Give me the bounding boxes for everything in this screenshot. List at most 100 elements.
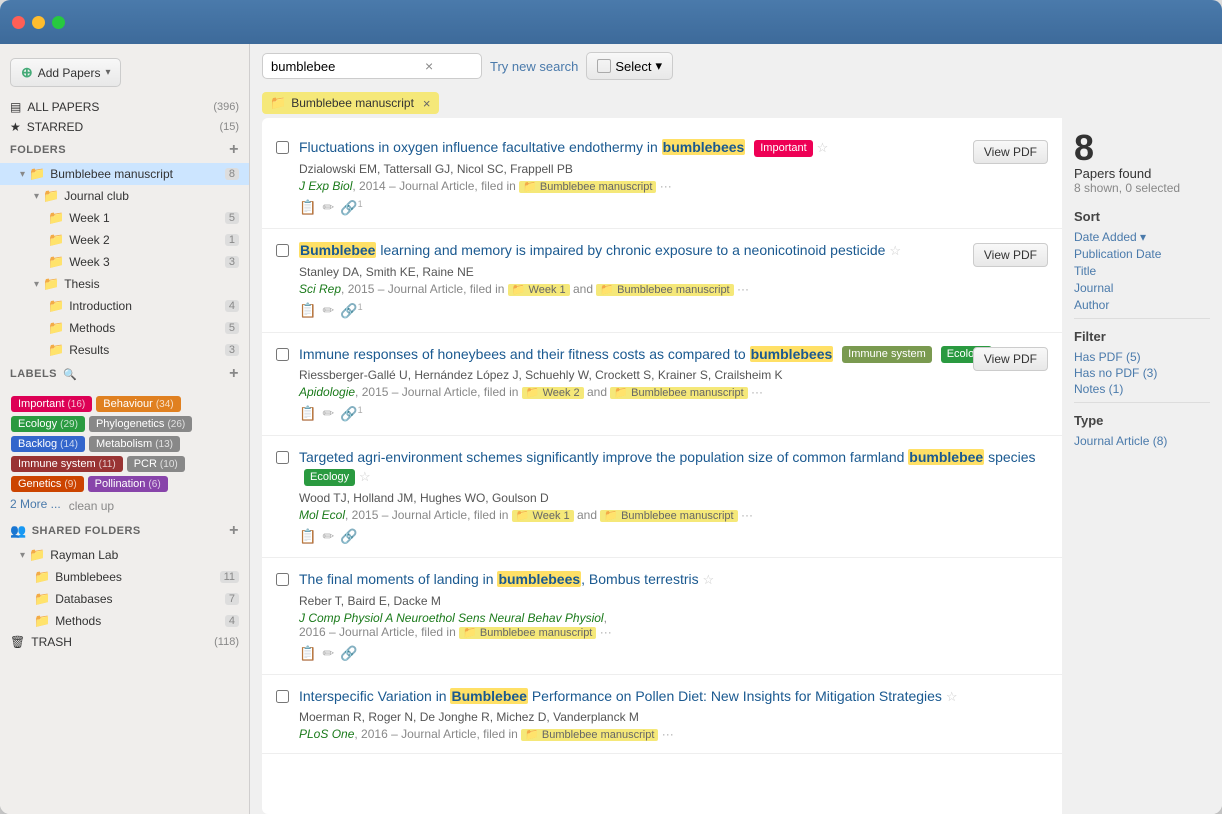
sort-publication-date[interactable]: Publication Date xyxy=(1074,247,1210,261)
note-icon[interactable]: 📋 xyxy=(299,302,316,320)
pencil-icon[interactable]: ✏ xyxy=(322,645,334,662)
result-item[interactable]: The final moments of landing in bumblebe… xyxy=(262,558,1062,675)
result-checkbox[interactable] xyxy=(276,141,289,216)
note-icon[interactable]: 📋 xyxy=(299,528,316,545)
select-button[interactable]: Select ▾ xyxy=(586,52,673,80)
sidebar-item-week1[interactable]: 📁 Week 1 5 xyxy=(0,207,249,229)
sidebar-item-journal-club[interactable]: ▾ 📁 Journal club xyxy=(0,185,249,207)
note-icon[interactable]: 📋 xyxy=(299,645,316,662)
more-button[interactable]: ··· xyxy=(751,385,763,399)
note-icon[interactable]: 📋 xyxy=(299,199,316,217)
add-label-button[interactable]: + xyxy=(229,365,239,383)
add-papers-btn[interactable]: ⊕ Add Papers ▾ xyxy=(10,58,121,87)
result-item[interactable]: Targeted agri-environment schemes signif… xyxy=(262,436,1062,558)
pencil-icon[interactable]: ✏ xyxy=(322,528,334,545)
sidebar-item-introduction[interactable]: 📁 Introduction 4 xyxy=(0,295,249,317)
more-button[interactable]: ··· xyxy=(660,179,672,193)
attachment-icon[interactable]: 🔗1 xyxy=(340,302,362,320)
add-shared-folder-button[interactable]: + xyxy=(229,522,239,540)
label-important[interactable]: Important(16) xyxy=(11,396,92,412)
attachment-icon[interactable]: 🔗 xyxy=(340,645,357,662)
sidebar-item-bumblebee-manuscript[interactable]: ▾ 📁 Bumblebee manuscript 8 xyxy=(0,163,249,185)
badge-important[interactable]: Important xyxy=(754,140,812,157)
star-button[interactable]: ☆ xyxy=(946,689,958,704)
result-item[interactable]: Bumblebee learning and memory is impaire… xyxy=(262,229,1062,332)
folder-ref[interactable]: 📁 Week 1 xyxy=(508,284,570,296)
label-pollination[interactable]: Pollination(6) xyxy=(88,476,168,492)
more-labels-link[interactable]: 2 More ... xyxy=(10,497,61,511)
attachment-icon[interactable]: 🔗1 xyxy=(340,405,362,423)
sidebar-item-trash[interactable]: 🗑 TRASH (118) xyxy=(0,632,249,652)
label-phylogenetics[interactable]: Phylogenetics(26) xyxy=(89,416,192,432)
sidebar-item-methods[interactable]: 📁 Methods 5 xyxy=(0,317,249,339)
add-papers-button[interactable]: ⊕ Add Papers ▾ xyxy=(10,58,239,87)
sidebar-item-results[interactable]: 📁 Results 3 xyxy=(0,339,249,361)
result-item[interactable]: Immune responses of honeybees and their … xyxy=(262,333,1062,436)
sort-title[interactable]: Title xyxy=(1074,264,1210,278)
sidebar-item-thesis[interactable]: ▾ 📁 Thesis xyxy=(0,273,249,295)
more-button[interactable]: ··· xyxy=(737,282,749,296)
filter-notes[interactable]: Notes (1) xyxy=(1074,382,1210,396)
filter-journal-article[interactable]: Journal Article (8) xyxy=(1074,434,1210,448)
star-button[interactable]: ☆ xyxy=(359,469,371,484)
sidebar-item-rayman-lab[interactable]: ▾ 📁 Rayman Lab xyxy=(0,544,249,566)
minimize-button[interactable] xyxy=(32,16,45,29)
label-backlog[interactable]: Backlog(14) xyxy=(11,436,85,452)
folder-ref[interactable]: 📁 Bumblebee manuscript xyxy=(521,729,658,741)
attachment-icon[interactable]: 🔗 xyxy=(340,528,357,545)
more-button[interactable]: ··· xyxy=(600,625,612,639)
star-button[interactable]: ☆ xyxy=(703,572,715,587)
result-checkbox[interactable] xyxy=(276,573,289,662)
result-item[interactable]: Interspecific Variation in Bumblebee Per… xyxy=(262,675,1062,755)
folder-ref[interactable]: 📁 Bumblebee manuscript xyxy=(600,510,737,522)
filter-close-button[interactable]: × xyxy=(423,96,431,111)
folder-ref[interactable]: 📁 Week 1 xyxy=(512,510,574,522)
sidebar-item-databases[interactable]: 📁 Databases 7 xyxy=(0,588,249,610)
sidebar-item-week2[interactable]: 📁 Week 2 1 xyxy=(0,229,249,251)
label-genetics[interactable]: Genetics(9) xyxy=(11,476,84,492)
label-pcr[interactable]: PCR(10) xyxy=(127,456,185,472)
folder-ref[interactable]: 📁 Bumblebee manuscript xyxy=(596,284,733,296)
sidebar-item-week3[interactable]: 📁 Week 3 3 xyxy=(0,251,249,273)
more-button[interactable]: ··· xyxy=(662,727,674,741)
filter-has-no-pdf[interactable]: Has no PDF (3) xyxy=(1074,366,1210,380)
star-button[interactable]: ☆ xyxy=(817,140,829,155)
sort-journal[interactable]: Journal xyxy=(1074,281,1210,295)
search-input[interactable] xyxy=(271,59,421,74)
result-checkbox[interactable] xyxy=(276,348,289,423)
view-pdf-button[interactable]: View PDF xyxy=(973,243,1048,267)
search-clear-button[interactable]: × xyxy=(425,58,433,74)
label-metabolism[interactable]: Metabolism(13) xyxy=(89,436,180,452)
result-checkbox[interactable] xyxy=(276,451,289,545)
sidebar-item-starred[interactable]: ★ STARRED (15) xyxy=(0,117,249,137)
badge-ecology[interactable]: Ecology xyxy=(304,469,355,486)
note-icon[interactable]: 📋 xyxy=(299,405,316,423)
label-behaviour[interactable]: Behaviour(34) xyxy=(96,396,180,412)
star-button[interactable]: ☆ xyxy=(889,243,901,258)
result-item[interactable]: Fluctuations in oxygen influence faculta… xyxy=(262,126,1062,229)
folder-ref[interactable]: 📁 Week 2 xyxy=(522,387,584,399)
active-filter-tag[interactable]: 📁 Bumblebee manuscript × xyxy=(262,92,439,114)
sidebar-item-bumblebees[interactable]: 📁 Bumblebees 11 xyxy=(0,566,249,588)
label-ecology[interactable]: Ecology(29) xyxy=(11,416,85,432)
fullscreen-button[interactable] xyxy=(52,16,65,29)
folder-ref[interactable]: 📁 Bumblebee manuscript xyxy=(459,627,596,639)
label-immune-system[interactable]: Immune system(11) xyxy=(11,456,123,472)
more-button[interactable]: ··· xyxy=(741,508,753,522)
result-checkbox[interactable] xyxy=(276,690,289,742)
add-folder-button[interactable]: + xyxy=(229,141,239,159)
sidebar-item-all-papers[interactable]: ▤ ALL PAPERS (396) xyxy=(0,97,249,117)
sidebar-item-shared-methods[interactable]: 📁 Methods 4 xyxy=(0,610,249,632)
view-pdf-button[interactable]: View PDF xyxy=(973,140,1048,164)
pencil-icon[interactable]: ✏ xyxy=(322,302,334,320)
result-checkbox[interactable] xyxy=(276,244,289,319)
labels-search-icon[interactable]: 🔍 xyxy=(63,368,77,381)
folder-ref[interactable]: 📁 Bumblebee manuscript xyxy=(610,387,747,399)
pencil-icon[interactable]: ✏ xyxy=(322,199,334,217)
sort-author[interactable]: Author xyxy=(1074,298,1210,312)
badge-immune[interactable]: Immune system xyxy=(842,346,932,363)
view-pdf-button[interactable]: View PDF xyxy=(973,347,1048,371)
sort-date-added[interactable]: Date Added ▾ xyxy=(1074,230,1210,244)
folder-ref[interactable]: 📁 Bumblebee manuscript xyxy=(519,181,656,193)
pencil-icon[interactable]: ✏ xyxy=(322,405,334,423)
